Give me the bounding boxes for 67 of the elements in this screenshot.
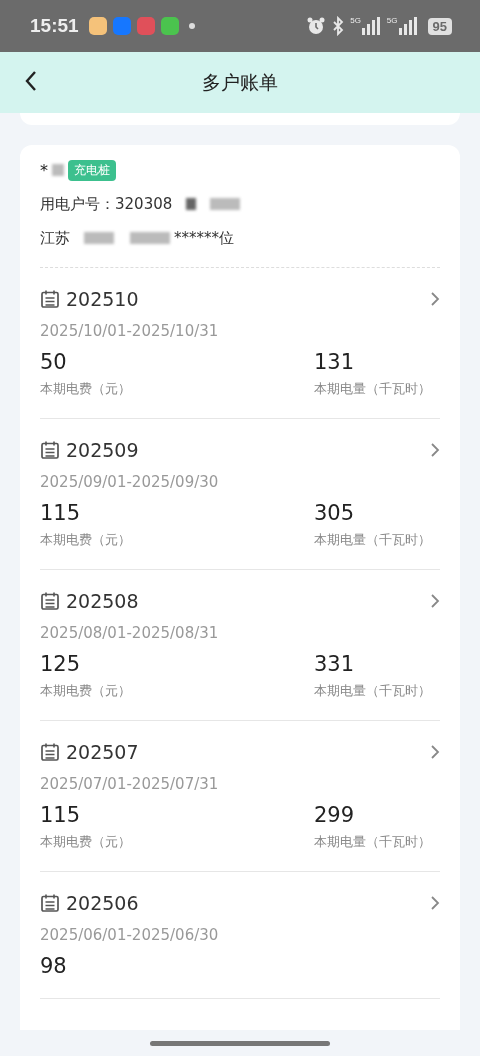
bill-item[interactable]: 202506 2025/06/01-2025/06/30 98: [40, 872, 440, 999]
alarm-icon: [306, 16, 327, 36]
bill-month: 202507: [66, 741, 139, 763]
page-title: 多户账单: [202, 69, 278, 95]
bill-month: 202509: [66, 439, 139, 461]
usage-value: 299: [314, 803, 356, 827]
clock: 15:51: [30, 15, 79, 37]
usage-label: 本期电量（千瓦时）: [314, 682, 431, 700]
billing-period: 2025/09/01-2025/09/30: [40, 473, 220, 491]
usage-label: 本期电量（千瓦时）: [314, 380, 431, 398]
fee-value: 115: [40, 501, 82, 525]
billing-period: 2025/07/01-2025/07/31: [40, 775, 220, 793]
billing-period: 2025/08/01-2025/08/31: [40, 624, 220, 642]
signal-icon: [397, 17, 418, 35]
app-icon: [88, 17, 107, 35]
account-number: 用电户号：320308: [40, 194, 173, 214]
redaction-mark: [210, 198, 241, 210]
usage-value: 131: [314, 350, 356, 374]
battery-indicator: 95: [427, 17, 452, 35]
back-icon: [24, 70, 38, 92]
chevron-right-icon: [430, 593, 440, 609]
fee-label: 本期电费（元）: [40, 531, 132, 549]
billing-period: 2025/06/01-2025/06/30: [40, 926, 220, 944]
usage-label: 本期电量（千瓦时）: [314, 531, 431, 549]
bill-item[interactable]: 202509 2025/09/01-2025/09/30 115 本期电费（元） 305 本期电量（千瓦时）: [40, 419, 440, 570]
bill-item[interactable]: 202510 2025/10/01-2025/10/31 50 本期电费（元） 131 本期电量（千瓦时）: [40, 268, 440, 419]
bill-month: 202506: [66, 892, 139, 914]
calendar-icon: [40, 591, 60, 611]
redaction-mark: [130, 232, 170, 244]
fee-value: 98: [40, 954, 68, 978]
usage-value: 305: [314, 501, 356, 525]
fee-label: 本期电费（元）: [40, 682, 132, 700]
fee-label: 本期电费（元）: [40, 380, 132, 398]
chevron-right-icon: [430, 442, 440, 458]
fee-value: 50: [40, 350, 68, 374]
account-name: *: [40, 160, 48, 180]
app-icon: [112, 17, 131, 35]
bill-month: 202510: [66, 288, 139, 310]
redaction-mark: [186, 198, 197, 210]
category-tag: 充电桩: [68, 159, 116, 181]
billing-period: 2025/10/01-2025/10/31: [40, 322, 220, 340]
address-text: ******位: [174, 228, 234, 248]
calendar-icon: [40, 440, 60, 460]
fee-label: 本期电费（元）: [40, 833, 132, 851]
chevron-right-icon: [430, 895, 440, 911]
network-label: 5G: [350, 17, 361, 25]
app-icon: [136, 17, 155, 35]
network-label: 5G: [386, 17, 398, 25]
bill-item[interactable]: 202508 2025/08/01-2025/08/31 125 本期电费（元） 331 本期电量（千瓦时）: [40, 570, 440, 721]
redaction-mark: [52, 164, 64, 176]
redaction-mark: [84, 232, 114, 244]
fee-value: 115: [40, 803, 82, 827]
usage-value: 331: [314, 652, 356, 676]
bill-item[interactable]: 202507 2025/07/01-2025/07/31 115 本期电费（元） 299 本期电量（千瓦时）: [40, 721, 440, 872]
bluetooth-icon: [332, 16, 345, 36]
chevron-right-icon: [430, 291, 440, 307]
calendar-icon: [40, 742, 60, 762]
notification-dot: [188, 23, 195, 29]
address-text: 江苏: [40, 228, 70, 248]
signal-icon: [360, 17, 381, 35]
calendar-icon: [40, 893, 60, 913]
bill-month: 202508: [66, 590, 139, 612]
fee-value: 125: [40, 652, 82, 676]
calendar-icon: [40, 289, 60, 309]
usage-label: 本期电量（千瓦时）: [314, 833, 431, 851]
chat-icon: [160, 17, 179, 35]
chevron-right-icon: [430, 744, 440, 760]
